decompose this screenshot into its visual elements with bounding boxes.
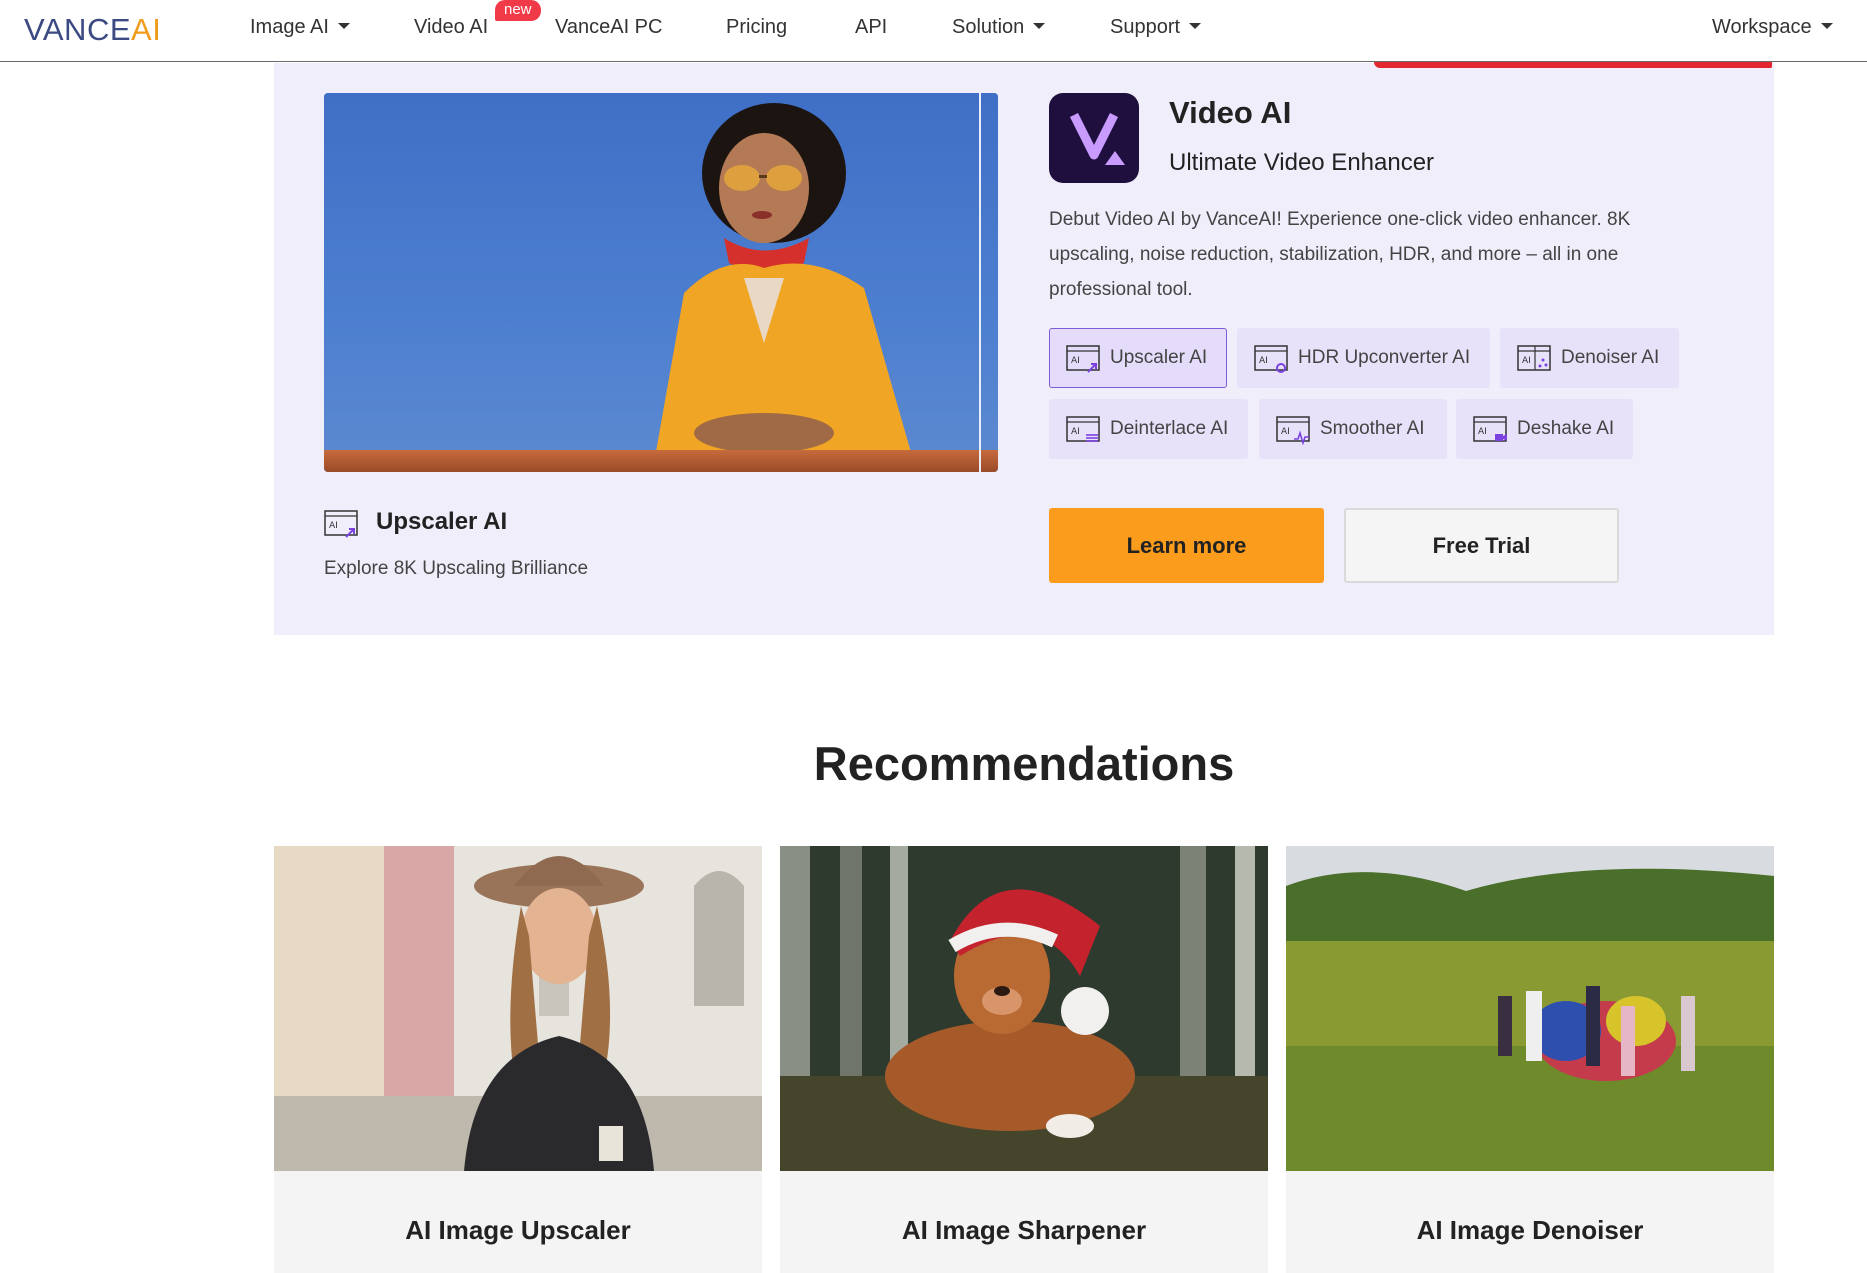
svg-text:AI: AI bbox=[1522, 356, 1531, 366]
card-ai-image-upscaler[interactable]: AI Image Upscaler bbox=[274, 846, 762, 1273]
free-trial-button[interactable]: Free Trial bbox=[1344, 508, 1619, 583]
nav-image-ai[interactable]: Image AI bbox=[250, 16, 350, 39]
card-ai-image-denoiser[interactable]: AI Image Denoiser bbox=[1286, 846, 1774, 1273]
card-image bbox=[780, 846, 1268, 1171]
denoiser-icon: AI bbox=[1517, 345, 1551, 371]
vanceai-logo[interactable]: VANCEAI bbox=[24, 12, 161, 48]
learn-more-button[interactable]: Learn more bbox=[1049, 508, 1324, 583]
smoother-icon: AI bbox=[1276, 416, 1310, 445]
svg-text:AI: AI bbox=[1071, 427, 1080, 437]
nav-workspace[interactable]: Workspace bbox=[1712, 16, 1833, 39]
caption-subtitle: Explore 8K Upscaling Brilliance bbox=[324, 558, 589, 579]
svg-text:AI: AI bbox=[1071, 356, 1080, 366]
chip-deshake-ai[interactable]: AI Deshake AI bbox=[1456, 399, 1633, 459]
svg-text:AI: AI bbox=[329, 521, 338, 531]
nav-api[interactable]: API bbox=[855, 16, 887, 39]
app-description: Debut Video AI by VanceAI! Experience on… bbox=[1049, 209, 1631, 300]
card-ai-image-sharpener[interactable]: AI Image Sharpener bbox=[780, 846, 1268, 1273]
chip-deinterlace-ai[interactable]: AI Deinterlace AI bbox=[1049, 399, 1248, 459]
nav-video-ai[interactable]: Video AI bbox=[414, 16, 488, 39]
top-navigation: VANCEAI Image AI Video AI new VanceAI PC… bbox=[0, 0, 1867, 62]
svg-text:AI: AI bbox=[1259, 356, 1268, 366]
card-label: AI Image Upscaler bbox=[405, 1215, 631, 1245]
upscaler-icon: AI bbox=[1066, 345, 1100, 373]
hdr-icon: AI bbox=[1254, 345, 1288, 373]
deinterlace-icon: AI bbox=[1066, 416, 1100, 442]
card-label: AI Image Sharpener bbox=[901, 1215, 1147, 1245]
upscaler-icon: AI bbox=[324, 510, 358, 538]
deshake-icon: AI bbox=[1473, 416, 1507, 442]
card-image bbox=[1286, 846, 1774, 1171]
hero-comparison-image[interactable] bbox=[324, 93, 998, 472]
video-ai-app-icon bbox=[1049, 93, 1139, 183]
chevron-down-icon bbox=[1189, 23, 1202, 29]
nav-support[interactable]: Support bbox=[1110, 16, 1202, 39]
app-subtitle: Ultimate Video Enhancer bbox=[1169, 149, 1435, 176]
caption-title: Upscaler AI bbox=[376, 508, 508, 535]
recommendations-title: Recommendations bbox=[813, 737, 1235, 790]
svg-text:AI: AI bbox=[1478, 427, 1487, 437]
chip-smoother-ai[interactable]: AI Smoother AI bbox=[1259, 399, 1447, 459]
chip-hdr-upconverter-ai[interactable]: AI HDR Upconverter AI bbox=[1237, 328, 1490, 388]
nav-vanceai-pc[interactable]: VanceAI PC bbox=[555, 16, 662, 39]
nav-solution[interactable]: Solution bbox=[952, 16, 1046, 39]
chevron-down-icon bbox=[1820, 23, 1833, 29]
comparison-slider-handle[interactable] bbox=[979, 93, 981, 472]
card-image bbox=[274, 846, 762, 1171]
chevron-down-icon bbox=[1033, 23, 1046, 29]
decorative-strip bbox=[1374, 62, 1772, 68]
chip-upscaler-ai[interactable]: AI Upscaler AI bbox=[1049, 328, 1227, 388]
svg-text:AI: AI bbox=[1281, 427, 1290, 437]
new-badge: new bbox=[495, 0, 541, 21]
chip-denoiser-ai[interactable]: AI Denoiser AI bbox=[1500, 328, 1679, 388]
card-label: AI Image Denoiser bbox=[1416, 1215, 1644, 1245]
nav-pricing[interactable]: Pricing bbox=[726, 16, 787, 39]
woman-illustration bbox=[654, 103, 914, 463]
chevron-down-icon bbox=[337, 23, 350, 29]
app-title: Video AI bbox=[1169, 95, 1292, 130]
